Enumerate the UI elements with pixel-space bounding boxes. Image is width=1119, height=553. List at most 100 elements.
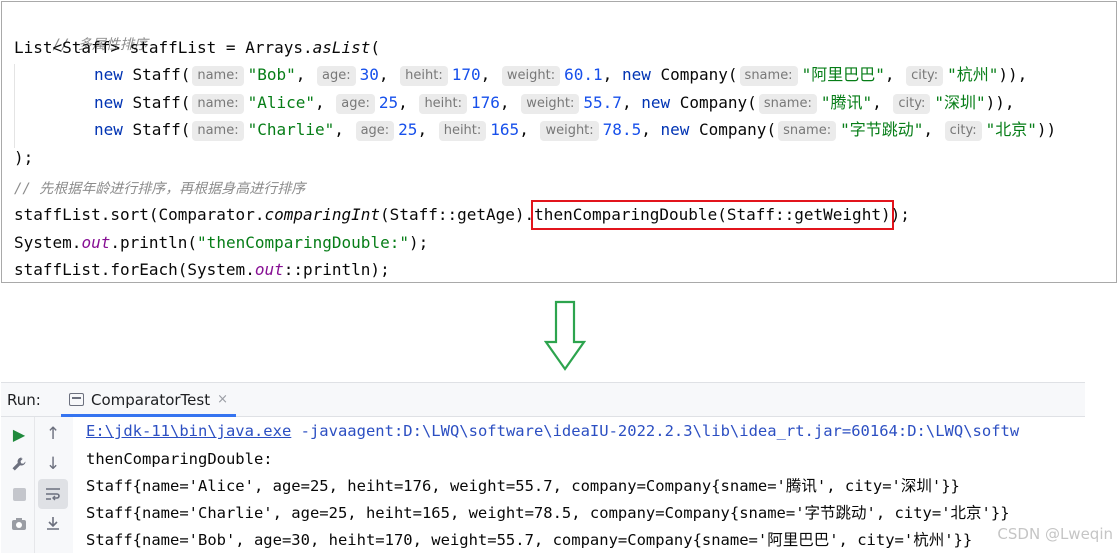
code-comment: // 先根据年龄进行排序，再根据身高进行排序 xyxy=(14,181,306,197)
code-text: Company( xyxy=(670,93,757,112)
arrow-up-icon[interactable]: ↑ xyxy=(38,419,68,449)
code-string: "Charlie" xyxy=(247,120,335,139)
run-toolbar-left: ▶ xyxy=(4,419,34,539)
code-text: Staff( xyxy=(122,120,191,139)
code-text: ); xyxy=(14,148,34,167)
code-editor-panel: // 多属性排序 List<Staff> staffList = Arrays.… xyxy=(1,1,1117,283)
code-string: "阿里巴巴" xyxy=(801,65,885,84)
scroll-to-end-icon[interactable] xyxy=(38,509,68,539)
highlight-box: thenComparingDouble(Staff::getWeight) xyxy=(531,200,894,230)
console-line: Staff{name='Alice', age=25, heiht=176, w… xyxy=(86,477,960,495)
param-hint: age: xyxy=(317,66,356,86)
console-line: thenComparingDouble: xyxy=(86,450,273,468)
param-hint: city: xyxy=(906,66,944,86)
wrench-icon[interactable] xyxy=(4,449,34,479)
code-line-declaration: List<Staff> staffList = Arrays.asList( xyxy=(14,36,380,60)
soft-wrap-icon[interactable] xyxy=(38,479,68,509)
code-text: Staff( xyxy=(122,93,191,112)
tab-label: ComparatorTest xyxy=(91,390,211,409)
code-line-staff-bob: new Staff(name: "Bob", age: 30, heiht: 170,… xyxy=(94,65,1028,86)
code-number: 60.1 xyxy=(564,65,603,84)
code-keyword: new xyxy=(94,65,123,84)
java-exe-link[interactable]: E:\jdk-11\bin\java.exe xyxy=(86,422,291,440)
code-keyword: new xyxy=(641,93,671,112)
param-hint: sname: xyxy=(758,94,817,114)
code-text: ( xyxy=(370,38,381,57)
camera-icon[interactable] xyxy=(4,509,34,539)
code-text: ); xyxy=(408,233,429,252)
code-line-staff-charlie: new Staff(name: "Charlie", age: 25, heiht:… xyxy=(94,120,1057,141)
code-number: 170 xyxy=(451,65,481,84)
code-string: "深圳" xyxy=(934,93,986,112)
highlighted-code: thenComparingDouble(Staff::getWeight) xyxy=(534,205,891,224)
run-toolbar-right: ↑ ↓ xyxy=(38,419,68,539)
code-text: Staff( xyxy=(122,65,191,84)
code-number: 176 xyxy=(471,93,500,112)
code-number: 78.5 xyxy=(602,120,642,139)
param-hint: age: xyxy=(355,121,395,141)
code-text: )), xyxy=(998,65,1028,84)
code-string: "Bob" xyxy=(247,65,296,84)
watermark: CSDN @Lweqin xyxy=(997,525,1113,543)
code-text: System. xyxy=(14,233,82,252)
code-field: out xyxy=(81,233,111,252)
code-number: 55.7 xyxy=(583,93,622,112)
param-hint: weight: xyxy=(501,66,561,86)
param-hint: heiht: xyxy=(419,94,468,114)
code-text: .println( xyxy=(110,233,198,252)
comment-line-1: // 多属性排序 xyxy=(14,8,148,53)
code-string: "北京" xyxy=(985,120,1037,139)
code-keyword: new xyxy=(94,93,123,112)
code-text: List<Staff> staffList = Arrays. xyxy=(14,38,313,57)
param-hint: name: xyxy=(192,121,244,141)
code-text: )) xyxy=(1036,120,1057,139)
param-hint: heiht: xyxy=(400,66,448,86)
code-keyword: new xyxy=(94,120,123,139)
code-keyword: new xyxy=(621,65,651,84)
code-text: )), xyxy=(985,93,1015,112)
console-line: Staff{name='Charlie', age=25, heiht=165,… xyxy=(86,504,1010,522)
code-line-foreach: staffList.forEach(System.out::println); xyxy=(14,258,390,282)
code-number: 25 xyxy=(378,93,399,112)
param-hint: sname: xyxy=(739,66,798,86)
code-text: staffList.forEach(System. xyxy=(14,260,255,279)
code-line-staff-alice: new Staff(name: "Alice", age: 25, heiht: 17… xyxy=(94,93,1015,114)
code-text: ); xyxy=(890,205,910,224)
param-hint: age: xyxy=(336,94,375,114)
stop-icon[interactable] xyxy=(4,479,34,509)
param-hint: weight: xyxy=(540,121,599,141)
code-text: (Staff::getAge). xyxy=(380,205,535,224)
param-hint: weight: xyxy=(521,94,580,114)
play-icon[interactable]: ▶ xyxy=(4,419,34,449)
code-text: Company( xyxy=(650,65,738,84)
run-tool-window: Run: ComparatorTest × ▶ ↑ ↓ E:\jdk-11\bi… xyxy=(1,382,1085,553)
console-icon xyxy=(69,393,84,406)
code-string: "Alice" xyxy=(247,93,316,112)
console-command-line: E:\jdk-11\bin\java.exe -javaagent:D:\LWQ… xyxy=(86,421,1019,441)
code-line-close: ); xyxy=(14,146,33,170)
run-header: Run: ComparatorTest × xyxy=(1,383,1085,417)
param-hint: city: xyxy=(944,121,982,141)
code-number: 30 xyxy=(359,65,379,84)
code-keyword: new xyxy=(660,120,690,139)
code-method: comparingInt xyxy=(264,205,381,224)
code-text: Company( xyxy=(689,120,777,139)
param-hint: city: xyxy=(893,94,931,114)
param-hint: name: xyxy=(192,94,244,114)
toolbar-divider xyxy=(34,417,35,553)
param-hint: sname: xyxy=(778,121,837,141)
code-line-sort: staffList.sort(Comparator.comparingInt(S… xyxy=(14,200,910,230)
code-text: staffList.sort(Comparator. xyxy=(14,205,265,224)
code-field: out xyxy=(254,260,284,279)
param-hint: heiht: xyxy=(438,121,487,141)
code-method: asList xyxy=(312,38,371,57)
code-string: "thenComparingDouble:" xyxy=(197,233,409,252)
close-icon[interactable]: × xyxy=(217,392,228,407)
console-line: Staff{name='Bob', age=30, heiht=170, wei… xyxy=(86,531,973,549)
arrow-down-icon[interactable]: ↓ xyxy=(38,449,68,479)
code-number: 25 xyxy=(398,120,418,139)
code-number: 165 xyxy=(490,120,520,139)
console-output[interactable]: E:\jdk-11\bin\java.exe -javaagent:D:\LWQ… xyxy=(73,417,1085,553)
tab-comparator-test[interactable]: ComparatorTest × xyxy=(61,385,237,417)
param-hint: name: xyxy=(192,66,244,86)
